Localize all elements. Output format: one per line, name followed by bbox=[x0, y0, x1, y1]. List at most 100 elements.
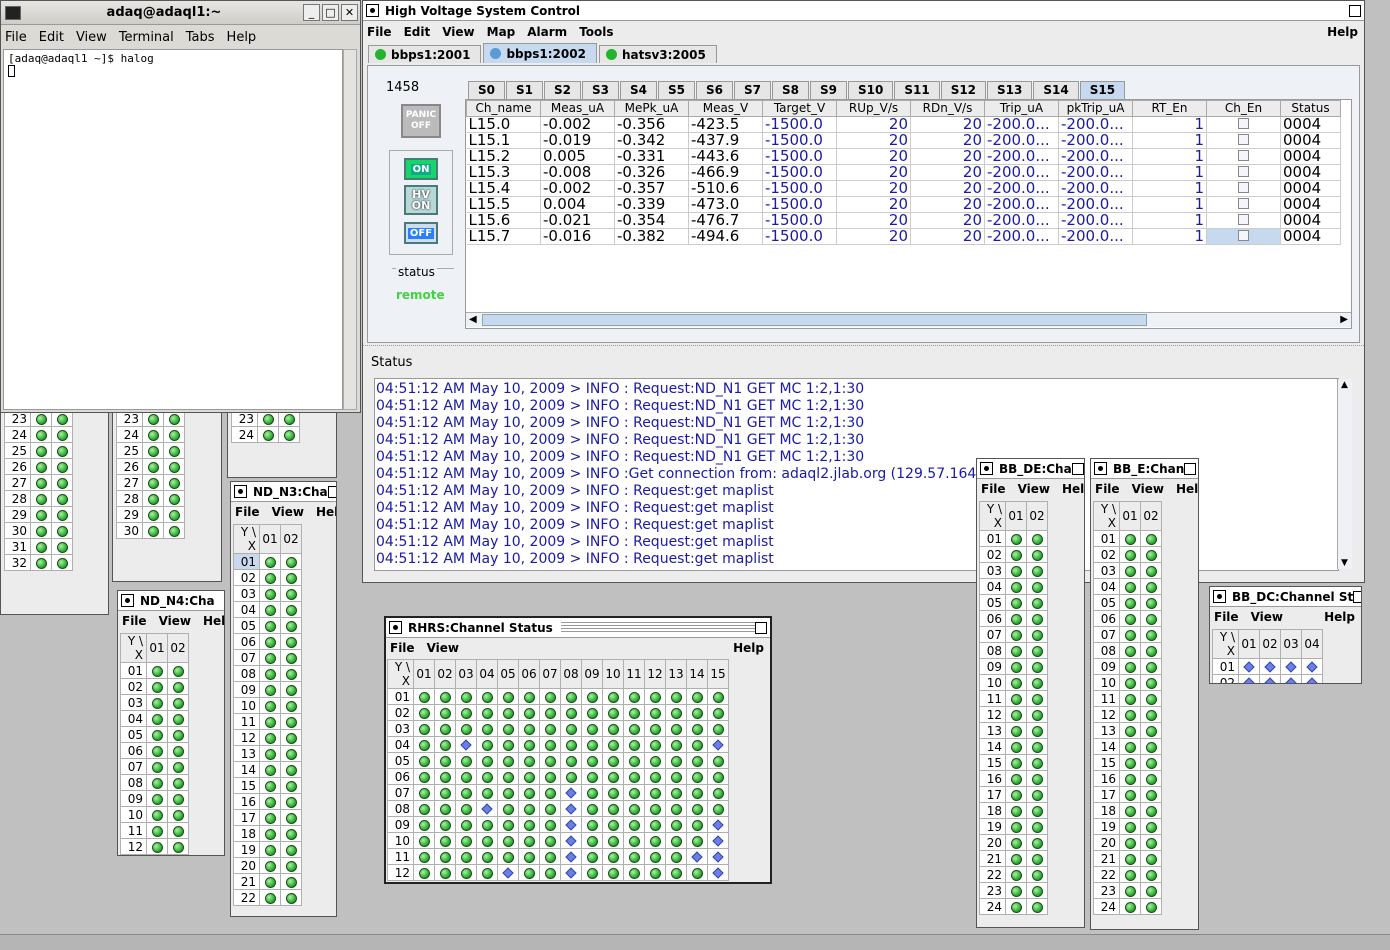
channel-cell[interactable] bbox=[259, 681, 281, 698]
slot-tab-s6[interactable]: S6 bbox=[696, 81, 733, 99]
menu-file[interactable]: File bbox=[122, 614, 147, 628]
column-header-status[interactable]: Status bbox=[1280, 100, 1341, 117]
channel-cell[interactable] bbox=[455, 832, 477, 849]
maximize-icon[interactable] bbox=[1353, 590, 1361, 603]
cell-pktrip-ua[interactable]: -200.0... bbox=[1058, 180, 1133, 197]
channel-cell[interactable] bbox=[280, 569, 302, 586]
cell-pktrip-ua[interactable]: -200.0... bbox=[1058, 148, 1133, 165]
channel-cell[interactable] bbox=[413, 688, 435, 705]
channel-cell[interactable] bbox=[259, 873, 281, 890]
channel-cell[interactable] bbox=[1140, 834, 1162, 851]
channel-cell[interactable] bbox=[707, 736, 729, 753]
menu-file[interactable]: File bbox=[367, 25, 392, 39]
channel-cell[interactable] bbox=[1005, 642, 1027, 659]
nd-n3-grid[interactable]: Y \ X 01 02 01 02 03 04 05 06 07 08 09 10 11 12 13 14 15 1… bbox=[233, 524, 302, 906]
channel-cell[interactable] bbox=[1119, 722, 1141, 739]
channel-cell[interactable] bbox=[560, 720, 582, 737]
bb-de-window[interactable]: BB_DE:Cha FileViewHelp Y \ X010201020304… bbox=[976, 458, 1085, 928]
rhrs-titlebar[interactable]: RHRS:Channel Status bbox=[386, 618, 770, 638]
channel-table[interactable]: Ch_name Meas_uA MePk_uA Meas_V Target_V RUp_V… bbox=[466, 100, 1341, 245]
channel-cell[interactable] bbox=[497, 688, 519, 705]
channel-cell[interactable] bbox=[259, 761, 281, 778]
channel-cell[interactable] bbox=[1026, 610, 1048, 627]
channel-cell[interactable] bbox=[518, 720, 540, 737]
channel-cell[interactable] bbox=[707, 688, 729, 705]
channel-cell[interactable] bbox=[278, 426, 300, 443]
channel-cell[interactable] bbox=[623, 752, 645, 769]
channel-cell[interactable] bbox=[1301, 674, 1323, 683]
channel-cell[interactable] bbox=[1140, 562, 1162, 579]
cell-ch-en[interactable] bbox=[1206, 116, 1281, 133]
channel-cell[interactable] bbox=[560, 704, 582, 721]
channel-cell[interactable] bbox=[1140, 690, 1162, 707]
channel-cell[interactable] bbox=[476, 800, 498, 817]
channel-cell[interactable] bbox=[51, 474, 73, 491]
cell-rt-en[interactable]: 1 bbox=[1132, 148, 1207, 165]
terminal-menu-edit[interactable]: Edit bbox=[39, 30, 64, 45]
channel-cell[interactable] bbox=[560, 688, 582, 705]
channel-cell[interactable] bbox=[686, 800, 708, 817]
slot-tab-s13[interactable]: S13 bbox=[987, 81, 1033, 99]
channel-cell[interactable] bbox=[1119, 626, 1141, 643]
channel-cell[interactable] bbox=[30, 522, 52, 539]
channel-cell[interactable] bbox=[1005, 626, 1027, 643]
channel-cell[interactable] bbox=[539, 784, 561, 801]
channel-cell[interactable] bbox=[623, 832, 645, 849]
channel-cell[interactable] bbox=[259, 713, 281, 730]
channel-cell[interactable] bbox=[163, 522, 185, 539]
channel-cell[interactable] bbox=[434, 864, 456, 881]
channel-cell[interactable] bbox=[413, 816, 435, 833]
window-menu-icon[interactable] bbox=[234, 485, 247, 498]
channel-cell[interactable] bbox=[476, 832, 498, 849]
channel-cell[interactable] bbox=[1140, 674, 1162, 691]
table-row[interactable]: L15.5 0.004 -0.339 -473.0 -1500.0 20 20 -200.0.… bbox=[466, 196, 1341, 213]
channel-cell[interactable] bbox=[1119, 658, 1141, 675]
menu-file[interactable]: File bbox=[1095, 482, 1120, 496]
column-header-meas-ua[interactable]: Meas_uA bbox=[540, 100, 615, 117]
menu-help[interactable]: Help bbox=[733, 641, 764, 655]
cell-rup-v-s[interactable]: 20 bbox=[836, 148, 911, 165]
channel-cell[interactable] bbox=[434, 736, 456, 753]
channel-cell[interactable] bbox=[602, 816, 624, 833]
channel-cell[interactable] bbox=[707, 832, 729, 849]
channel-cell[interactable] bbox=[1026, 562, 1048, 579]
scroll-right-icon[interactable]: ▶ bbox=[1340, 314, 1348, 325]
cell-rt-en[interactable]: 1 bbox=[1132, 164, 1207, 181]
table-hscrollbar[interactable]: ◀ ▶ bbox=[466, 312, 1351, 327]
channel-enable-checkbox[interactable] bbox=[1238, 214, 1249, 225]
bb-e-grid[interactable]: Y \ X 01 02 01 02 03 04 05 06 07 08 09 10 11 12 13 14 15 1… bbox=[1093, 501, 1162, 915]
channel-cell[interactable] bbox=[686, 832, 708, 849]
channel-cell[interactable] bbox=[1026, 722, 1048, 739]
channel-cell[interactable] bbox=[1005, 882, 1027, 899]
channel-cell[interactable] bbox=[665, 768, 687, 785]
channel-cell[interactable] bbox=[1026, 530, 1048, 547]
scroll-down-icon[interactable]: ▼ bbox=[1341, 558, 1348, 568]
channel-cell[interactable] bbox=[497, 816, 519, 833]
channel-cell[interactable] bbox=[1026, 770, 1048, 787]
channel-cell[interactable] bbox=[413, 736, 435, 753]
channel-cell[interactable] bbox=[1026, 642, 1048, 659]
bb-e-window[interactable]: BB_E:Chan FileViewHelp Y \ X010201020304… bbox=[1090, 458, 1199, 930]
channel-cell[interactable] bbox=[259, 729, 281, 746]
channel-cell[interactable] bbox=[686, 720, 708, 737]
channel-cell[interactable] bbox=[1005, 530, 1027, 547]
cell-trip-ua[interactable]: -200.0... bbox=[984, 228, 1059, 245]
channel-cell[interactable] bbox=[665, 800, 687, 817]
channel-cell[interactable] bbox=[259, 601, 281, 618]
nd-n4-grid[interactable]: Y \ X 01 02 01 02 03 04 05 06 07 08 09 10 11 12 bbox=[120, 633, 189, 855]
channel-cell[interactable] bbox=[30, 490, 52, 507]
channel-cell[interactable] bbox=[142, 458, 164, 475]
channel-cell[interactable] bbox=[497, 864, 519, 881]
channel-cell[interactable] bbox=[1140, 898, 1162, 915]
channel-cell[interactable] bbox=[644, 704, 666, 721]
channel-cell[interactable] bbox=[1026, 546, 1048, 563]
table-row[interactable]: L15.4 -0.002 -0.357 -510.6 -1500.0 20 20 -200.0… bbox=[466, 180, 1341, 197]
column-header-rup-v-s[interactable]: RUp_V/s bbox=[836, 100, 911, 117]
scroll-up-icon[interactable]: ▲ bbox=[1341, 380, 1348, 390]
cell-rup-v-s[interactable]: 20 bbox=[836, 164, 911, 181]
cell-ch-en[interactable] bbox=[1206, 212, 1281, 229]
channel-cell[interactable] bbox=[1119, 770, 1141, 787]
channel-cell[interactable] bbox=[644, 784, 666, 801]
channel-cell[interactable] bbox=[280, 649, 302, 666]
column-header-ch-en[interactable]: Ch_En bbox=[1206, 100, 1281, 117]
